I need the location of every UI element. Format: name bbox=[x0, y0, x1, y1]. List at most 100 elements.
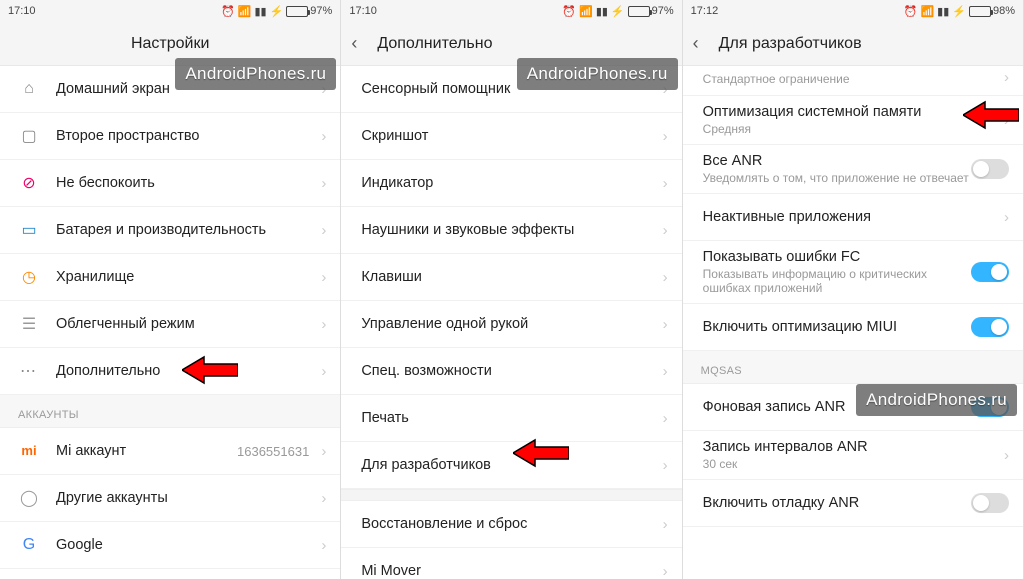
item-label: Запись интервалов ANR bbox=[703, 439, 998, 455]
wifi-icon: 📶 bbox=[920, 5, 934, 18]
chevron-right-icon: › bbox=[663, 175, 668, 192]
lite-icon bbox=[18, 314, 40, 334]
chevron-right-icon: › bbox=[321, 316, 326, 333]
list-item[interactable]: Клавиши› bbox=[341, 254, 681, 301]
item-label: Управление одной рукой bbox=[361, 316, 656, 332]
charge-icon: ⚡ bbox=[611, 5, 625, 18]
item-label: Второе пространство bbox=[56, 128, 315, 144]
list-item-additional[interactable]: Дополнительно › bbox=[0, 348, 340, 395]
item-label: Сенсорный помощник bbox=[361, 81, 656, 97]
toggle-switch[interactable] bbox=[971, 317, 1009, 337]
page-title: Настройки bbox=[131, 35, 209, 53]
list-item-battery[interactable]: Батарея и производительность › bbox=[0, 207, 340, 254]
item-label: Показывать ошибки FC bbox=[703, 249, 971, 265]
list-item-miui-opt[interactable]: Включить оптимизацию MIUI bbox=[683, 304, 1023, 351]
item-label: Облегченный режим bbox=[56, 316, 315, 332]
list-item-mi-account[interactable]: Mi аккаунт 1636551631 › bbox=[0, 428, 340, 475]
list-item-second-space[interactable]: Второе пространство › bbox=[0, 113, 340, 160]
item-label: Не беспокоить bbox=[56, 175, 315, 191]
page-title: Для разработчиков bbox=[719, 35, 862, 53]
item-label: Хранилище bbox=[56, 269, 315, 285]
item-label: Дополнительно bbox=[56, 363, 315, 379]
item-label: Google bbox=[56, 537, 315, 553]
item-label: Включить оптимизацию MIUI bbox=[703, 319, 971, 335]
item-sub: Стандартное ограничение bbox=[703, 72, 998, 86]
list-item[interactable]: Mi Mover › bbox=[341, 548, 681, 579]
item-label: Домашний экран bbox=[56, 81, 315, 97]
section-header-accounts: АККАУНТЫ bbox=[0, 395, 340, 428]
toggle-switch[interactable] bbox=[971, 493, 1009, 513]
list-item[interactable]: Скриншот› bbox=[341, 113, 681, 160]
settings-list[interactable]: Домашний экран › Второе пространство › Н… bbox=[0, 66, 340, 579]
chevron-right-icon: › bbox=[1004, 447, 1009, 464]
app-bar: ‹ Для разработчиков bbox=[683, 22, 1023, 66]
list-item-all-anr[interactable]: Все ANR Уведомлять о том, что приложение… bbox=[683, 145, 1023, 194]
list-item-mem-opt[interactable]: Оптимизация системной памяти Средняя › bbox=[683, 96, 1023, 145]
status-time: 17:10 bbox=[349, 5, 377, 17]
chevron-right-icon: › bbox=[321, 222, 326, 239]
list-item-inactive-apps[interactable]: Неактивные приложения › bbox=[683, 194, 1023, 241]
item-label: Mi Mover bbox=[361, 563, 656, 579]
list-item-other-accounts[interactable]: Другие аккаунты › bbox=[0, 475, 340, 522]
list-item-lite[interactable]: Облегченный режим › bbox=[0, 301, 340, 348]
wifi-icon: 📶 bbox=[238, 5, 252, 18]
item-label: Оптимизация системной памяти bbox=[703, 104, 998, 120]
chevron-right-icon: › bbox=[663, 563, 668, 579]
chevron-right-icon: › bbox=[321, 269, 326, 286]
item-sub: Уведомлять о том, что приложение не отве… bbox=[703, 171, 971, 185]
item-label: Для разработчиков bbox=[361, 457, 656, 473]
toggle-switch[interactable] bbox=[971, 159, 1009, 179]
storage-icon bbox=[18, 267, 40, 287]
battery-percent: 97% bbox=[652, 5, 674, 17]
list-item-developer[interactable]: Для разработчиков› bbox=[341, 442, 681, 489]
alarm-icon: ⏰ bbox=[221, 5, 235, 18]
wifi-icon: 📶 bbox=[579, 5, 593, 18]
screen-settings: 17:10 ⏰ 📶 ▮▮ ⚡ 97% Настройки Домашний эк… bbox=[0, 0, 341, 579]
chevron-right-icon: › bbox=[321, 443, 326, 460]
dev-options-list[interactable]: Стандартное ограничение › Оптимизация си… bbox=[683, 66, 1023, 579]
list-item-debug-anr[interactable]: Включить отладку ANR bbox=[683, 480, 1023, 527]
chevron-right-icon: › bbox=[321, 537, 326, 554]
back-button[interactable]: ‹ bbox=[351, 33, 357, 54]
item-label: Восстановление и сброс bbox=[361, 516, 656, 532]
alarm-icon: ⏰ bbox=[562, 5, 576, 18]
toggle-switch[interactable] bbox=[971, 397, 1009, 417]
list-item-partial[interactable]: Стандартное ограничение › bbox=[683, 66, 1023, 96]
chevron-right-icon: › bbox=[1004, 209, 1009, 226]
list-item[interactable]: Управление одной рукой› bbox=[341, 301, 681, 348]
list-item-fc-errors[interactable]: Показывать ошибки FC Показывать информац… bbox=[683, 241, 1023, 304]
item-label: Все ANR bbox=[703, 153, 971, 169]
list-item[interactable]: Сенсорный помощник › bbox=[341, 66, 681, 113]
charge-icon: ⚡ bbox=[952, 5, 966, 18]
list-item[interactable]: Наушники и звуковые эффекты› bbox=[341, 207, 681, 254]
item-label: Батарея и производительность bbox=[56, 222, 315, 238]
signal-icon: ▮▮ bbox=[937, 5, 949, 18]
list-item-anr-interval[interactable]: Запись интервалов ANR 30 сек › bbox=[683, 431, 1023, 480]
status-time: 17:12 bbox=[691, 5, 719, 17]
toggle-switch[interactable] bbox=[971, 262, 1009, 282]
list-item[interactable]: Печать› bbox=[341, 395, 681, 442]
list-item-bg-anr[interactable]: Фоновая запись ANR bbox=[683, 384, 1023, 431]
signal-icon: ▮▮ bbox=[596, 5, 608, 18]
account-icon bbox=[18, 488, 40, 508]
list-item-home[interactable]: Домашний экран › bbox=[0, 66, 340, 113]
list-item-google[interactable]: Google › bbox=[0, 522, 340, 569]
list-item-dnd[interactable]: Не беспокоить › bbox=[0, 160, 340, 207]
list-item[interactable]: Спец. возможности› bbox=[341, 348, 681, 395]
chevron-right-icon: › bbox=[321, 81, 326, 98]
list-item-storage[interactable]: Хранилище › bbox=[0, 254, 340, 301]
item-label: Печать bbox=[361, 410, 656, 426]
item-label: Наушники и звуковые эффекты bbox=[361, 222, 656, 238]
chevron-right-icon: › bbox=[663, 128, 668, 145]
google-icon bbox=[18, 536, 40, 554]
status-right: ⏰ 📶 ▮▮ ⚡ 97% bbox=[562, 5, 673, 18]
chevron-right-icon: › bbox=[663, 81, 668, 98]
list-item[interactable]: Восстановление и сброс› bbox=[341, 501, 681, 548]
back-button[interactable]: ‹ bbox=[693, 33, 699, 54]
app-bar: Настройки bbox=[0, 22, 340, 66]
additional-list[interactable]: Сенсорный помощник › Скриншот› Индикатор›… bbox=[341, 66, 681, 579]
battery-percent: 97% bbox=[310, 5, 332, 17]
chevron-right-icon: › bbox=[1004, 69, 1009, 86]
list-item[interactable]: Индикатор› bbox=[341, 160, 681, 207]
chevron-right-icon: › bbox=[1004, 112, 1009, 129]
